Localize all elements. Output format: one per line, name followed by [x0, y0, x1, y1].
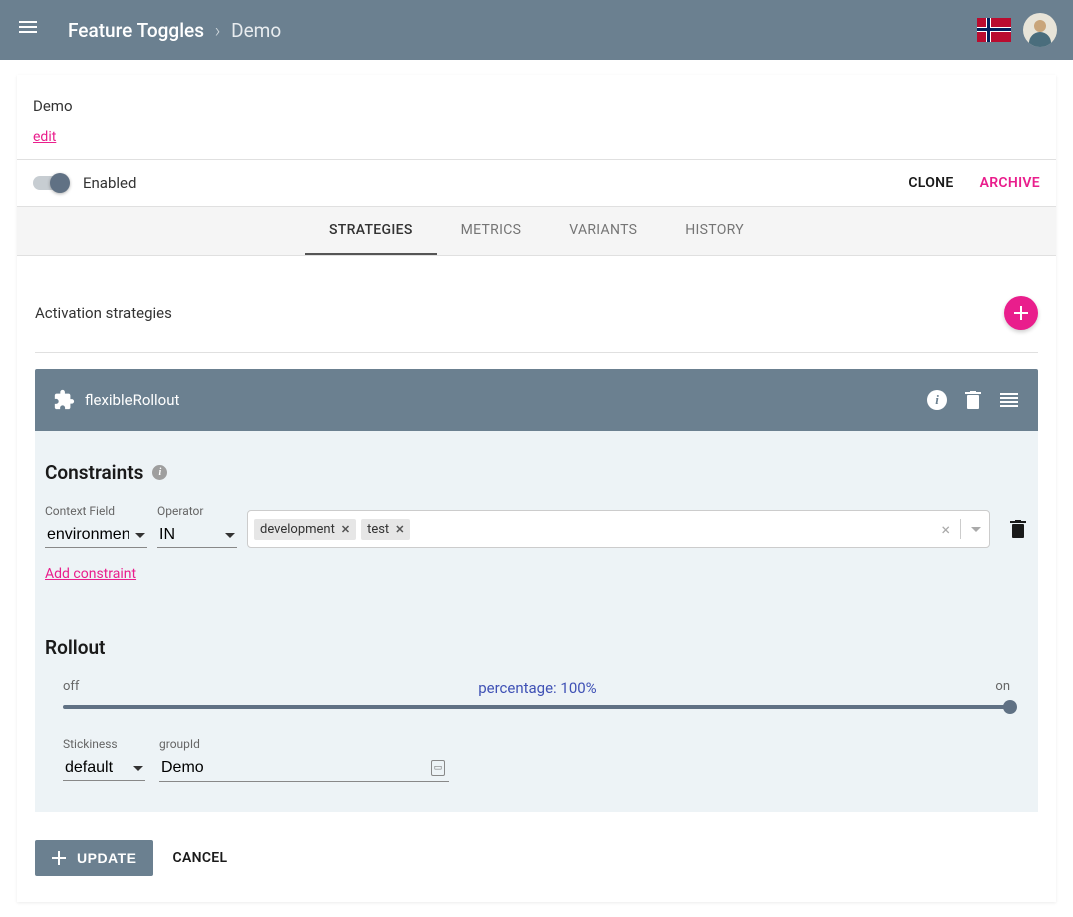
chip-remove-icon[interactable]: ✕ [395, 523, 404, 536]
enable-row: Enabled CLONE ARCHIVE [17, 160, 1056, 207]
tab-variants[interactable]: VARIANTS [545, 207, 661, 255]
clear-values-icon[interactable]: × [941, 520, 950, 539]
strategy-header: flexibleRollout i [35, 369, 1038, 431]
add-constraint-link[interactable]: Add constraint [45, 566, 136, 582]
values-multiselect[interactable]: development ✕ test ✕ × [247, 510, 990, 548]
add-strategy-button[interactable] [1004, 296, 1038, 330]
strategy-drag-handle[interactable] [998, 389, 1020, 411]
info-icon[interactable]: i [152, 465, 167, 480]
chip-test: test ✕ [361, 519, 410, 540]
context-field-select[interactable]: environment [45, 522, 147, 548]
feature-header: Demo edit [17, 75, 1056, 160]
groupid-label: groupId [159, 737, 449, 751]
tab-history[interactable]: HISTORY [661, 207, 768, 255]
stickiness-select[interactable]: default [63, 755, 145, 781]
enabled-label: Enabled [83, 174, 136, 192]
user-avatar[interactable] [1023, 13, 1057, 47]
clone-button[interactable]: CLONE [908, 175, 953, 191]
context-field-label: Context Field [45, 504, 147, 518]
menu-icon[interactable] [16, 18, 40, 42]
breadcrumb-sep: › [215, 19, 221, 42]
constraint-row: Context Field environment Operator [45, 504, 1028, 548]
stickiness-label: Stickiness [63, 737, 145, 751]
rollout-slider[interactable] [63, 705, 1010, 709]
locale-flag-icon[interactable] [977, 18, 1011, 42]
puzzle-icon [53, 389, 75, 411]
strategy-delete-button[interactable] [962, 389, 984, 411]
strategy-name: flexibleRollout [85, 391, 179, 409]
rollout-title: Rollout [45, 636, 1028, 659]
strategies-title: Activation strategies [35, 304, 172, 322]
archive-button[interactable]: ARCHIVE [980, 175, 1040, 191]
tab-strategies[interactable]: STRATEGIES [305, 207, 437, 255]
breadcrumb-sub: Demo [231, 19, 281, 42]
operator-select[interactable]: IN [157, 522, 237, 548]
cancel-button[interactable]: CANCEL [173, 850, 228, 866]
enabled-toggle[interactable] [33, 176, 67, 190]
breadcrumb: Feature Toggles › Demo [68, 19, 281, 42]
strategy-card: flexibleRollout i Constraints [35, 369, 1038, 812]
tab-metrics[interactable]: METRICS [437, 207, 546, 255]
slider-thumb[interactable] [1003, 700, 1017, 714]
topbar: Feature Toggles › Demo [0, 0, 1073, 60]
update-button[interactable]: UPDATE [35, 840, 153, 876]
operator-label: Operator [157, 504, 237, 518]
percentage-label: percentage: 100% [79, 679, 995, 697]
groupid-input[interactable] [159, 755, 449, 782]
dropdown-icon[interactable] [971, 527, 981, 532]
slider-on-label: on [995, 679, 1010, 697]
constraint-delete-button[interactable] [1010, 520, 1028, 540]
breadcrumb-main[interactable]: Feature Toggles [68, 19, 204, 42]
slider-off-label: off [63, 679, 79, 697]
strategy-info-button[interactable]: i [926, 389, 948, 411]
chip-remove-icon[interactable]: ✕ [341, 523, 350, 536]
chip-development: development ✕ [254, 519, 356, 540]
constraints-title: Constraints i [45, 461, 1028, 484]
tabs: STRATEGIES METRICS VARIANTS HISTORY [17, 207, 1056, 256]
edit-link[interactable]: edit [33, 129, 56, 145]
strategies-section-head: Activation strategies [35, 280, 1038, 353]
contact-card-icon: ▭ [431, 760, 445, 776]
feature-title: Demo [33, 97, 1040, 115]
